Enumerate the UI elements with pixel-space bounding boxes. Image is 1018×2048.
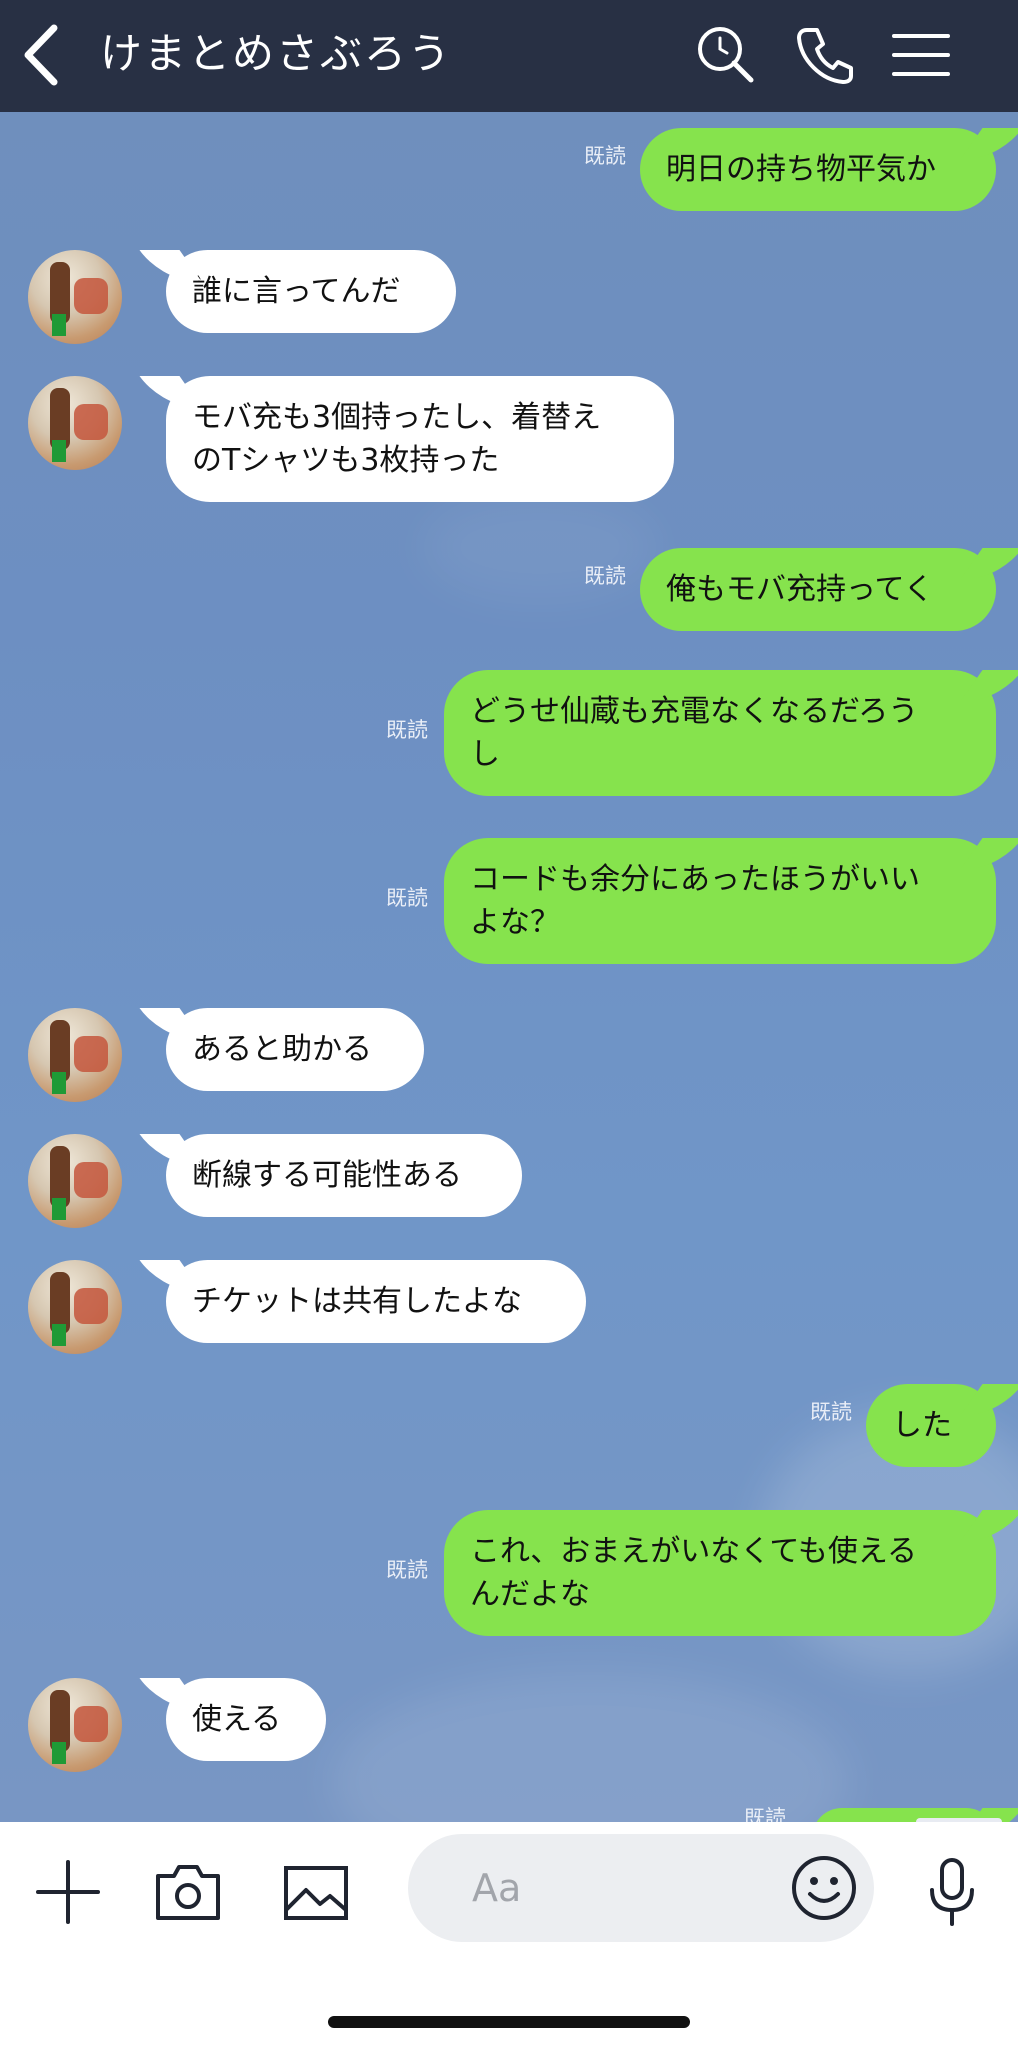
chat-header: けまとめさぶろう — [0, 0, 1018, 112]
camera-icon — [156, 1865, 220, 1920]
incoming-message[interactable]: モバ充も3個持ったし、着替え のTシャツも3枚持った — [166, 376, 674, 502]
incoming-message[interactable]: 誰に言ってんだ — [166, 250, 456, 333]
read-receipt: 既読 — [386, 886, 428, 910]
read-receipt: 既読 — [744, 1806, 786, 1822]
camera-button[interactable] — [150, 1854, 226, 1930]
call-button[interactable] — [793, 22, 859, 88]
avatar[interactable] — [28, 250, 122, 344]
incoming-message[interactable]: あると助かる — [166, 1008, 424, 1091]
incoming-message[interactable]: チケットは共有したよな — [166, 1260, 586, 1343]
outgoing-message[interactable]: これ、おまえがいなくても使える んだよな — [444, 1510, 996, 1636]
read-receipt: 既読 — [810, 1400, 852, 1424]
phone-icon — [797, 28, 853, 84]
chat-area[interactable]: 既読 明日の持ち物平気か 誰に言ってんだ モバ充も3個持ったし、着替え のTシャ… — [0, 112, 1018, 1822]
outgoing-message[interactable]: コードも余分にあったほうがいい よな？ — [444, 838, 996, 964]
avatar[interactable] — [28, 1678, 122, 1772]
voice-button[interactable] — [914, 1854, 990, 1930]
read-receipt: 既読 — [584, 144, 626, 168]
message-input-bar — [0, 1822, 1018, 2048]
menu-icon — [892, 34, 950, 76]
outgoing-message[interactable]: 明日の持ち物平気か — [640, 128, 996, 211]
background-cloud — [330, 1672, 850, 1822]
image-icon — [284, 1866, 348, 1920]
avatar[interactable] — [28, 1260, 122, 1354]
chevron-left-icon — [24, 24, 58, 86]
avatar[interactable] — [28, 376, 122, 470]
avatar[interactable] — [28, 1134, 122, 1228]
read-receipt: 既読 — [584, 564, 626, 588]
back-button[interactable] — [20, 20, 70, 90]
outgoing-message[interactable]: 俺もモバ充持ってく — [640, 548, 996, 631]
menu-button[interactable] — [888, 22, 954, 88]
emoji-icon — [792, 1856, 856, 1920]
add-button[interactable] — [30, 1854, 106, 1930]
avatar[interactable] — [28, 1008, 122, 1102]
read-receipt: 既読 — [386, 1558, 428, 1582]
home-indicator — [328, 2016, 690, 2028]
emoji-button[interactable] — [790, 1854, 858, 1922]
incoming-message[interactable]: 使える — [166, 1678, 326, 1761]
search-icon — [698, 27, 754, 83]
microphone-icon — [930, 1858, 974, 1926]
read-receipt: 既読 — [386, 718, 428, 742]
photo-button[interactable] — [278, 1854, 354, 1930]
search-button[interactable] — [693, 22, 759, 88]
chat-title: けまとめさぶろう — [100, 29, 453, 78]
plus-icon — [36, 1860, 100, 1924]
outgoing-message[interactable]: した — [866, 1384, 996, 1467]
incoming-message[interactable]: 断線する可能性ある — [166, 1134, 522, 1217]
outgoing-message[interactable]: どうせ仙蔵も充電なくなるだろう し — [444, 670, 996, 796]
